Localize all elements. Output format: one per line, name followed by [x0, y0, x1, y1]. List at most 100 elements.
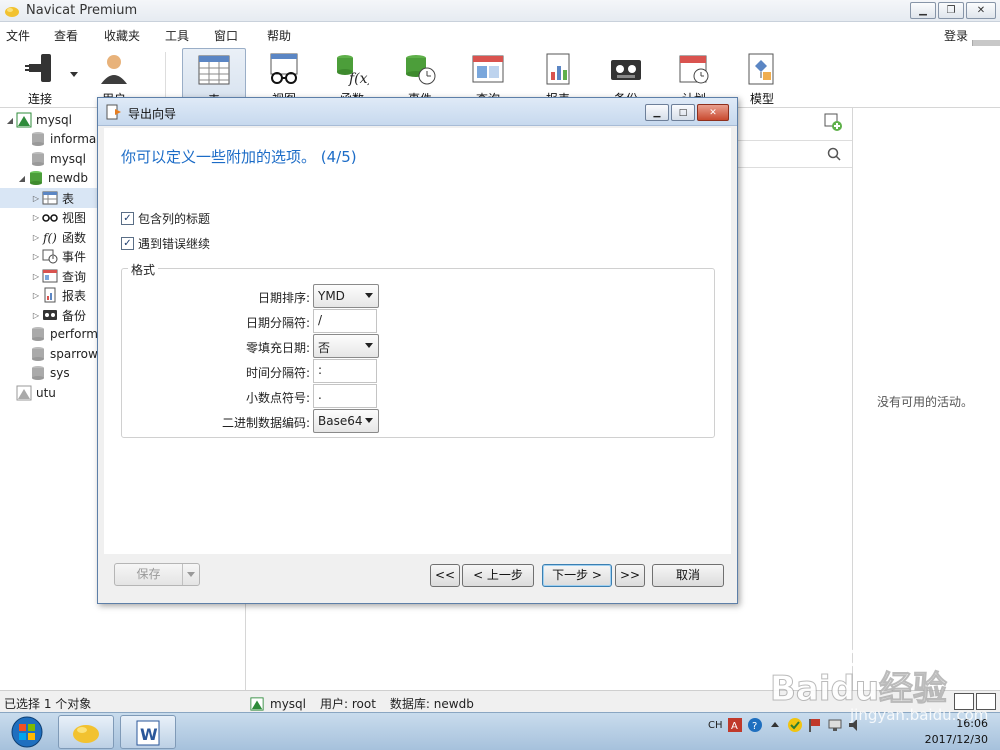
title-bar: Navicat Premium ▁ ❐ ✕: [0, 0, 1000, 22]
date-delimiter-row: 日期分隔符: /: [122, 309, 716, 333]
table-icon: [42, 191, 58, 205]
plug-icon: [25, 54, 51, 82]
menu-tools[interactable]: 工具: [165, 27, 189, 44]
tree-label: sparrow: [50, 347, 98, 361]
time-delimiter-label: 时间分隔符:: [245, 366, 310, 380]
binary-encoding-select[interactable]: Base64: [313, 409, 379, 433]
tree-label: 表: [62, 191, 75, 206]
continue-on-error-label: 遇到错误继续: [138, 237, 211, 251]
dialog-close-button[interactable]: ✕: [697, 104, 729, 121]
date-order-row: 日期排序: YMD: [122, 284, 716, 308]
expand-icon[interactable]: ▷: [30, 233, 42, 242]
login-link[interactable]: 登录: [944, 27, 968, 44]
checkbox-checked[interactable]: ✓: [121, 212, 134, 225]
menu-view[interactable]: 查看: [54, 27, 78, 44]
ime-icon[interactable]: A: [727, 717, 743, 733]
next-step-button[interactable]: 下一步 >: [542, 564, 612, 587]
format-legend: 格式: [128, 261, 159, 278]
collapse-icon[interactable]: ◢: [4, 116, 16, 125]
model-button[interactable]: 模型: [730, 48, 794, 106]
dialog-body: 你可以定义一些附加的选项。 (4/5) ✓ 包含列的标题 ✓ 遇到错误继续 格式…: [104, 128, 731, 554]
tree-label: mysql: [36, 113, 72, 127]
svg-text:?: ?: [752, 721, 757, 732]
windows-start-icon[interactable]: [4, 715, 50, 749]
expand-icon[interactable]: ▷: [30, 252, 42, 261]
connect-button[interactable]: 连接: [8, 48, 72, 106]
menu-help[interactable]: 帮助: [267, 27, 291, 44]
status-user: 用户: root: [320, 697, 376, 711]
database-icon: [32, 347, 44, 361]
dialog-title-bar[interactable]: 导出向导 ▁ □ ✕: [98, 98, 737, 126]
decimal-symbol-row: 小数点符号: .: [122, 384, 716, 408]
svg-text:f(x): f(x): [348, 71, 369, 86]
decimal-symbol-label: 小数点符号:: [245, 391, 310, 405]
tree-label: sys: [50, 366, 70, 380]
expand-icon[interactable]: ▷: [30, 311, 42, 320]
collapse-icon[interactable]: ◢: [16, 174, 28, 183]
save-button[interactable]: 保存: [115, 564, 183, 585]
include-header-checkbox[interactable]: ✓ 包含列的标题: [121, 210, 210, 227]
schedule-icon: [679, 55, 709, 84]
chevron-down-icon: [365, 343, 373, 348]
expand-icon[interactable]: ▷: [30, 194, 42, 203]
add-object-icon[interactable]: [823, 112, 843, 132]
checkbox-checked[interactable]: ✓: [121, 237, 134, 250]
taskbar-navicat[interactable]: [58, 715, 114, 749]
expand-icon[interactable]: ▷: [30, 272, 42, 281]
menu-window[interactable]: 窗口: [214, 27, 238, 44]
status-connection: mysql: [270, 696, 306, 711]
expand-icon[interactable]: ▷: [30, 291, 42, 300]
clock-icon: [42, 249, 58, 264]
svg-text:Baidu经验: Baidu经验: [770, 669, 947, 709]
tree-label: perform: [50, 327, 98, 341]
menu-favorites[interactable]: 收藏夹: [104, 27, 140, 44]
date-order-select[interactable]: YMD: [313, 284, 379, 308]
time-delimiter-input[interactable]: :: [313, 359, 377, 383]
dialog-minimize-button[interactable]: ▁: [645, 104, 669, 121]
binary-encoding-label: 二进制数据编码:: [221, 416, 310, 430]
chevron-down-icon: [365, 293, 373, 298]
include-header-label: 包含列的标题: [138, 212, 211, 226]
report-icon: [44, 287, 56, 303]
toolbar-divider: [165, 52, 166, 100]
continue-on-error-checkbox[interactable]: ✓ 遇到错误继续: [121, 235, 210, 252]
taskbar-word[interactable]: W: [120, 715, 176, 749]
tree-label: mysql: [50, 152, 86, 166]
connect-dropdown-icon[interactable]: [70, 72, 78, 78]
connection-icon: [16, 385, 32, 401]
zero-pad-select[interactable]: 否: [313, 334, 379, 358]
binary-encoding-row: 二进制数据编码: Base64: [122, 409, 716, 433]
navicat-logo-icon: [5, 7, 19, 17]
previous-step-button[interactable]: < 上一步: [462, 564, 534, 587]
word-icon: W: [136, 720, 160, 746]
decimal-symbol-input[interactable]: .: [313, 384, 377, 408]
function-icon: f(): [42, 231, 57, 245]
close-button[interactable]: ✕: [966, 2, 996, 19]
date-delimiter-input[interactable]: /: [313, 309, 377, 333]
menu-bar: 文件 查看 收藏夹 工具 窗口 帮助 登录: [0, 22, 1000, 70]
tree-label: 备份: [62, 308, 87, 323]
export-icon: [106, 104, 121, 120]
time-delimiter-row: 时间分隔符: :: [122, 359, 716, 383]
minimize-button[interactable]: ▁: [910, 2, 936, 19]
last-step-button[interactable]: >>: [615, 564, 645, 587]
selection-status: 已选择 1 个对象: [4, 697, 92, 711]
tree-label: 函数: [62, 230, 87, 245]
connection-icon: [16, 112, 32, 128]
model-label: 模型: [749, 92, 774, 106]
dialog-maximize-button[interactable]: □: [671, 104, 695, 121]
svg-text:f(): f(): [42, 231, 57, 245]
dialog-title: 导出向导: [128, 107, 177, 121]
chevron-down-icon[interactable]: [187, 572, 195, 577]
first-step-button[interactable]: <<: [430, 564, 460, 587]
event-icon: [406, 55, 436, 85]
restore-button[interactable]: ❐: [938, 2, 964, 19]
cancel-button[interactable]: 取消: [652, 564, 724, 587]
input-language[interactable]: CH: [708, 720, 723, 731]
zero-pad-row: 零填充日期: 否: [122, 334, 716, 358]
expand-icon[interactable]: ▷: [30, 213, 42, 222]
search-icon[interactable]: [826, 146, 842, 162]
date-delimiter-label: 日期分隔符:: [245, 316, 310, 330]
menu-file[interactable]: 文件: [6, 27, 30, 44]
format-group: 格式 日期排序: YMD 日期分隔符: / 零填充日期: 否 时间分隔符:: …: [121, 261, 716, 438]
